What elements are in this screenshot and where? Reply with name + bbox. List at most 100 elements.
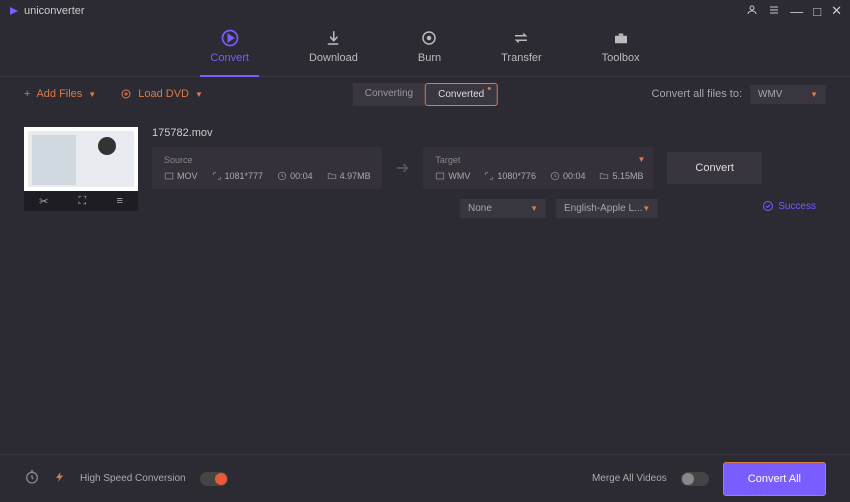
status-segment: Converting Converted (353, 83, 498, 106)
plus-icon: + (24, 88, 30, 100)
chevron-down-icon: ▼ (195, 90, 203, 99)
source-stats: MOV 1081*777 00:04 4.97MB (164, 171, 370, 181)
conversion-panels: Source MOV 1081*777 00:04 4.97MB ➔ ▼ Tar… (152, 147, 826, 189)
nav-toolbox-label: Toolbox (602, 52, 640, 64)
status-text: Success (778, 201, 816, 212)
nav-download[interactable]: Download (309, 28, 358, 76)
convert-button[interactable]: Convert (667, 152, 762, 184)
nav-toolbox[interactable]: Toolbox (602, 28, 640, 76)
audio-value: English-Apple L... (564, 203, 642, 214)
subtitle-select[interactable]: None ▼ (460, 199, 546, 218)
toolbar-left: + Add Files ▼ Load DVD ▼ (24, 88, 203, 100)
nav-convert[interactable]: Convert (210, 28, 249, 76)
content-area: ✂ ⛶ ≡ 175782.mov Source MOV 1081*777 00:… (0, 111, 850, 234)
merge-label: Merge All Videos (592, 473, 667, 484)
source-format: MOV (164, 171, 198, 181)
maximize-icon[interactable]: □ (813, 4, 821, 19)
clock-icon (277, 171, 287, 181)
footer-left: High Speed Conversion (24, 469, 228, 488)
close-icon[interactable]: ✕ (831, 3, 842, 19)
tab-converting[interactable]: Converting (353, 83, 425, 106)
chevron-down-icon: ▼ (642, 204, 650, 213)
notification-dot (487, 87, 490, 90)
target-size: 5.15MB (599, 171, 643, 181)
source-size: 4.97MB (327, 171, 371, 181)
menu-icon[interactable] (768, 4, 780, 19)
file-thumbnail: ✂ ⛶ ≡ (24, 127, 138, 211)
main-nav: Convert Download Burn Transfer Toolbox (0, 22, 850, 77)
window-controls: — □ ✕ (746, 3, 842, 19)
minimize-icon[interactable]: — (790, 4, 803, 19)
thumbnail-image[interactable] (24, 127, 138, 191)
effects-icon[interactable]: ≡ (116, 195, 122, 207)
arrow-icon: ➔ (396, 158, 409, 178)
high-speed-label: High Speed Conversion (80, 473, 186, 484)
titlebar: uniconverter — □ ✕ (0, 0, 850, 22)
convert-all-button[interactable]: Convert All (723, 462, 826, 496)
video-icon (164, 171, 174, 181)
format-select[interactable]: WMV ▼ (750, 85, 826, 104)
chevron-down-icon: ▼ (88, 90, 96, 99)
folder-icon (599, 171, 609, 181)
trim-icon[interactable]: ✂ (39, 195, 48, 208)
source-resolution: 1081*777 (212, 171, 264, 181)
logo-icon (8, 5, 20, 17)
status-badge: Success (762, 200, 816, 212)
source-duration: 00:04 (277, 171, 313, 181)
nav-burn[interactable]: Burn (418, 28, 441, 76)
file-row: ✂ ⛶ ≡ 175782.mov Source MOV 1081*777 00:… (24, 127, 826, 218)
target-panel: ▼ Target WMV 1080*776 00:04 5.15MB (423, 147, 653, 189)
download-icon (323, 28, 343, 48)
high-speed-toggle[interactable] (200, 472, 228, 486)
source-panel: Source MOV 1081*777 00:04 4.97MB (152, 147, 382, 189)
resolution-icon (212, 171, 222, 181)
add-files-button[interactable]: + Add Files ▼ (24, 88, 96, 100)
target-duration: 00:04 (550, 171, 586, 181)
timer-icon[interactable] (24, 469, 40, 488)
nav-convert-label: Convert (210, 52, 249, 64)
audio-select[interactable]: English-Apple L... ▼ (556, 199, 658, 218)
nav-download-label: Download (309, 52, 358, 64)
disc-icon (120, 88, 132, 100)
chevron-down-icon: ▼ (810, 90, 818, 99)
convert-icon (220, 28, 240, 48)
nav-transfer[interactable]: Transfer (501, 28, 542, 76)
footer: High Speed Conversion Merge All Videos C… (0, 454, 850, 502)
bolt-icon (54, 470, 66, 487)
app-title: uniconverter (24, 5, 85, 17)
app-logo: uniconverter (8, 5, 85, 17)
tab-converted[interactable]: Converted (425, 83, 497, 106)
format-select-value: WMV (758, 89, 782, 100)
target-label: Target (435, 155, 641, 165)
folder-icon (327, 171, 337, 181)
chevron-down-icon: ▼ (530, 204, 538, 213)
source-label: Source (164, 155, 370, 165)
load-dvd-button[interactable]: Load DVD ▼ (120, 88, 203, 100)
add-files-label: Add Files (36, 88, 82, 100)
video-icon (435, 171, 445, 181)
target-format-dropdown[interactable]: ▼ (637, 155, 645, 164)
clock-icon (550, 171, 560, 181)
thumbnail-toolbar: ✂ ⛶ ≡ (24, 191, 138, 211)
tab-converted-label: Converted (438, 89, 484, 100)
merge-toggle[interactable] (681, 472, 709, 486)
toolbox-icon (611, 28, 631, 48)
nav-burn-label: Burn (418, 52, 441, 64)
convert-all-format-label: Convert all files to: (652, 88, 742, 100)
user-icon[interactable] (746, 4, 758, 19)
load-dvd-label: Load DVD (138, 88, 189, 100)
subtitle-value: None (468, 203, 492, 214)
footer-right: Merge All Videos Convert All (592, 462, 826, 496)
file-details: 175782.mov Source MOV 1081*777 00:04 4.9… (152, 127, 826, 218)
check-circle-icon (762, 200, 774, 212)
target-resolution: 1080*776 (484, 171, 536, 181)
toolbar: + Add Files ▼ Load DVD ▼ Converting Conv… (0, 77, 850, 111)
target-format: WMV (435, 171, 470, 181)
burn-icon (419, 28, 439, 48)
transfer-icon (511, 28, 531, 48)
nav-transfer-label: Transfer (501, 52, 542, 64)
toolbar-right: Convert all files to: WMV ▼ (652, 85, 826, 104)
resolution-icon (484, 171, 494, 181)
crop-icon[interactable]: ⛶ (79, 195, 87, 208)
file-name: 175782.mov (152, 127, 826, 139)
